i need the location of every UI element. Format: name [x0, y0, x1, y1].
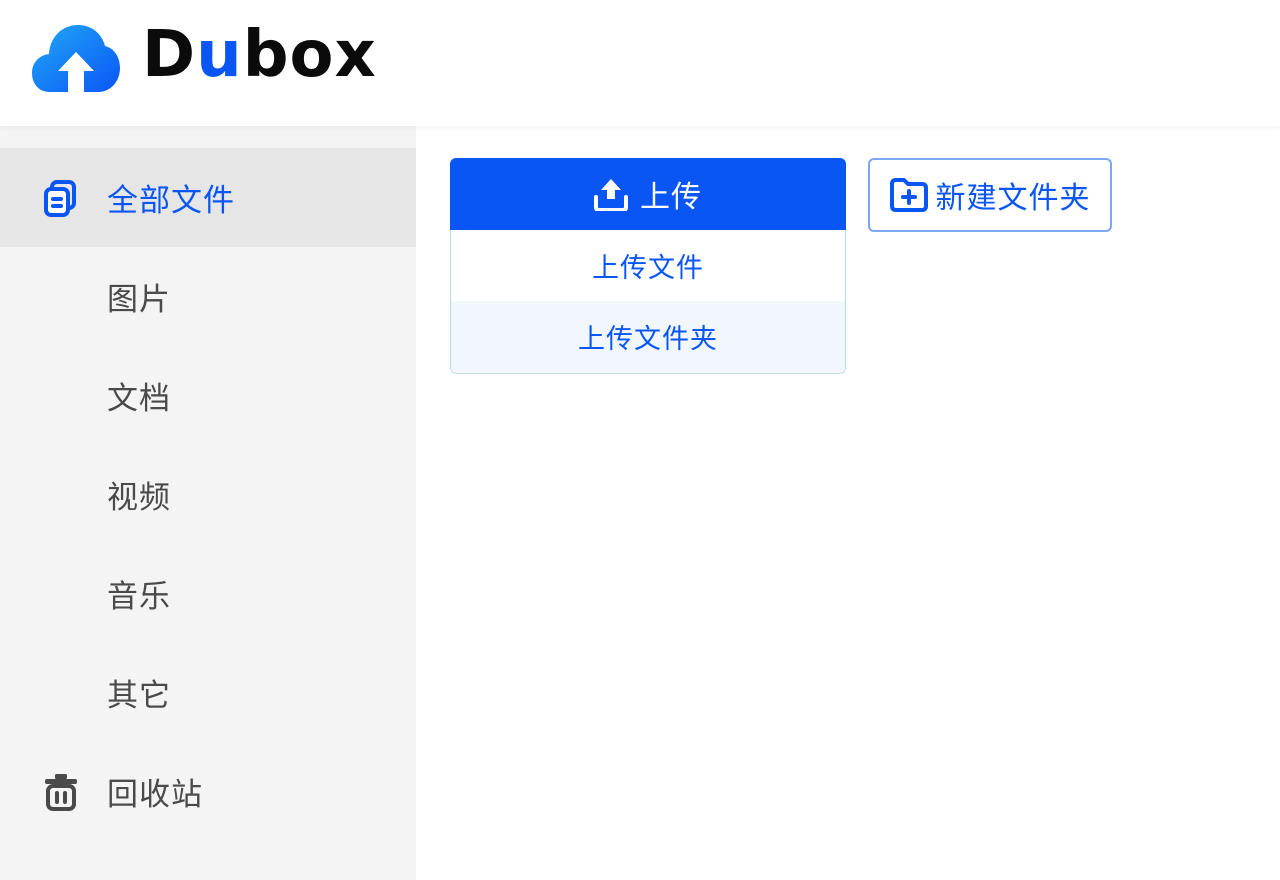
- sidebar-item-label: 图片: [107, 282, 171, 318]
- sidebar-item-images[interactable]: 图片: [0, 247, 416, 346]
- dubox-logo[interactable]: Dubox: [32, 20, 377, 94]
- logo-letter-u: u: [196, 18, 243, 92]
- sidebar-item-label: 音乐: [107, 579, 171, 615]
- sidebar-item-label: 回收站: [107, 777, 203, 813]
- cloud-upload-logo-icon: [32, 25, 120, 92]
- folder-plus-icon: [889, 178, 928, 212]
- sidebar-item-recycle-bin[interactable]: 回收站: [0, 742, 416, 841]
- logo-wordmark: Dubox: [142, 23, 377, 87]
- trash-icon: [45, 773, 77, 811]
- sidebar-item-label: 其它: [107, 678, 171, 714]
- sidebar-item-label: 文档: [107, 381, 171, 417]
- files-icon: [44, 179, 76, 217]
- sidebar: 全部文件 图片 文档 视频 音乐 其它 回收站: [0, 126, 416, 880]
- menu-item-upload-file[interactable]: 上传文件: [451, 230, 845, 301]
- sidebar-item-other[interactable]: 其它: [0, 643, 416, 742]
- sidebar-item-videos[interactable]: 视频: [0, 445, 416, 544]
- app-header: Dubox: [0, 0, 1280, 126]
- sidebar-item-all-files[interactable]: 全部文件: [0, 148, 416, 247]
- sidebar-item-music[interactable]: 音乐: [0, 544, 416, 643]
- menu-item-upload-folder[interactable]: 上传文件夹: [451, 301, 845, 372]
- new-folder-button[interactable]: 新建文件夹: [868, 158, 1112, 232]
- sidebar-item-documents[interactable]: 文档: [0, 346, 416, 445]
- upload-dropdown-menu: 上传文件 上传文件夹: [450, 230, 846, 374]
- upload-label: 上传: [640, 180, 702, 215]
- sidebar-item-label: 全部文件: [107, 183, 235, 219]
- sidebar-item-label: 视频: [107, 480, 171, 516]
- logo-letter-d: D: [142, 18, 197, 92]
- upload-icon: [594, 179, 628, 211]
- logo-letters-box: box: [242, 18, 377, 92]
- new-folder-label: 新建文件夹: [935, 181, 1091, 216]
- upload-button[interactable]: 上传: [450, 158, 846, 230]
